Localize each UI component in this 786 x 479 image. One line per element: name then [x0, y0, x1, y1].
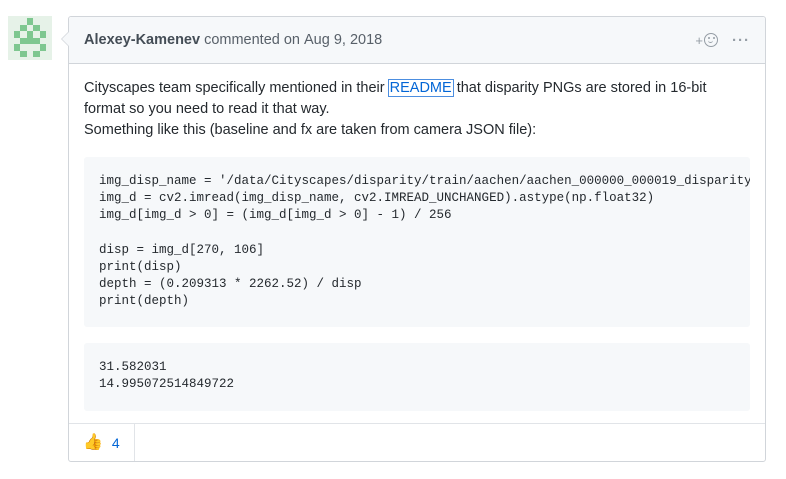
- paragraph-text: Cityscapes team specifically mentioned i…: [84, 80, 389, 96]
- more-options-icon[interactable]: ···: [732, 32, 750, 49]
- comment-paragraph-2: Something like this (baseline and fx are…: [84, 122, 537, 138]
- comment-caret-inner: [62, 32, 69, 46]
- avatar-pixel: [39, 31, 47, 38]
- code-block: img_disp_name = '/data/Cityscapes/dispar…: [84, 157, 750, 327]
- output-block: 31.582031 14.995072514849722: [84, 343, 750, 411]
- comment-action-text: commented on: [204, 32, 300, 48]
- avatar-pixel: [33, 50, 40, 57]
- author-link[interactable]: Alexey-Kamenev: [84, 32, 200, 48]
- comment-card: Alexey-Kamenev commented on Aug 9, 2018 …: [61, 16, 766, 462]
- comment-paragraph-1: Cityscapes team specifically mentioned i…: [84, 78, 750, 120]
- reactions-bar: 👍 4: [69, 423, 765, 461]
- readme-link[interactable]: README: [387, 79, 454, 97]
- plus-icon: +: [695, 32, 703, 48]
- comment-body: Cityscapes team specifically mentioned i…: [69, 64, 765, 411]
- comment-header: Alexey-Kamenev commented on Aug 9, 2018 …: [69, 17, 765, 64]
- smiley-icon: [704, 33, 718, 47]
- add-reaction-button[interactable]: +: [695, 33, 718, 48]
- comment-timestamp[interactable]: Aug 9, 2018: [304, 32, 382, 48]
- avatar-pixel: [20, 50, 27, 57]
- reaction-count: 4: [111, 434, 120, 451]
- avatar[interactable]: [8, 16, 52, 60]
- avatar-pixel: [39, 44, 47, 51]
- thumbs-up-icon: 👍: [83, 433, 103, 451]
- reaction-thumbs-up-button[interactable]: 👍 4: [69, 424, 135, 461]
